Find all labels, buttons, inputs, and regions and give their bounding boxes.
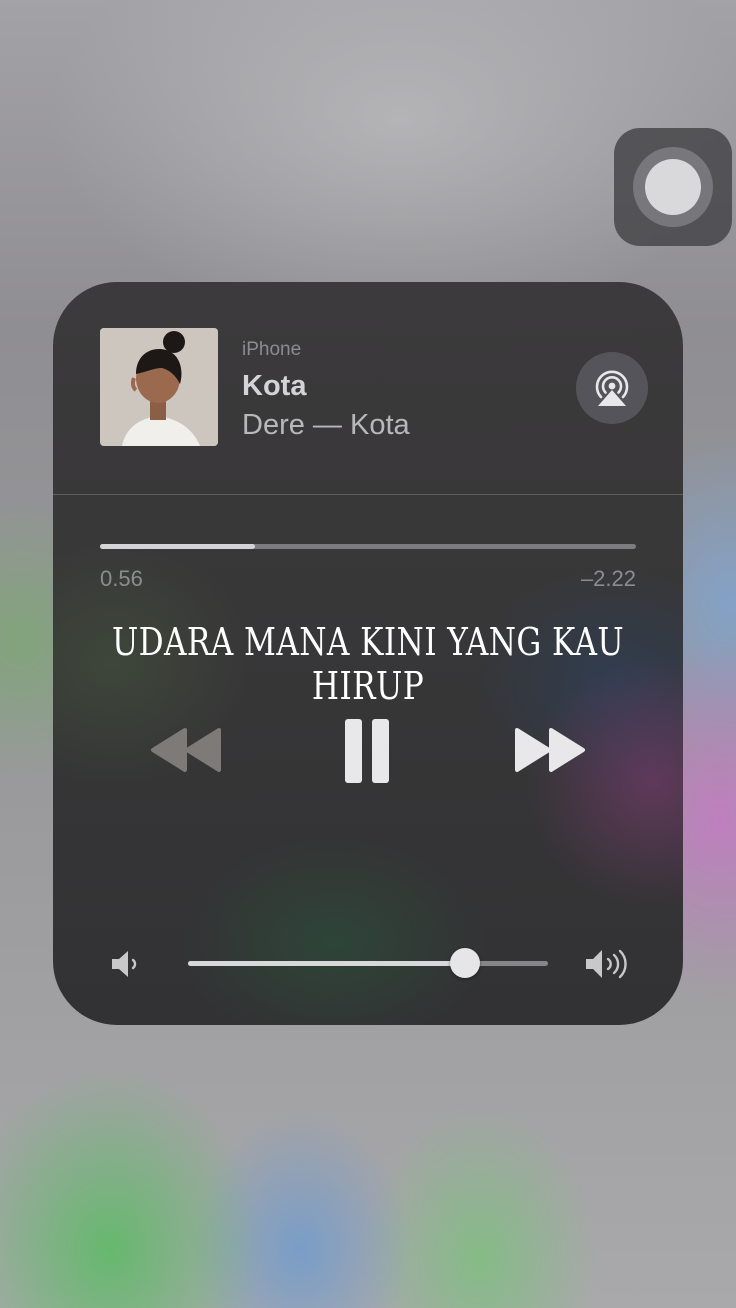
airplay-button[interactable]: [576, 352, 648, 424]
track-title: Kota: [242, 370, 307, 402]
volume-high-button: [583, 946, 635, 987]
output-device-label: iPhone: [242, 339, 302, 360]
speaker-low-icon: [112, 951, 137, 977]
now-playing-header: iPhone Kota Dere — Kota: [53, 282, 683, 494]
playback-progress-bar[interactable]: [100, 544, 636, 549]
volume-slider[interactable]: [188, 948, 548, 978]
speaker-high-icon: [586, 949, 627, 979]
volume-slider-fill: [188, 961, 466, 966]
screen-record-button[interactable]: [614, 128, 732, 246]
album-art[interactable]: [100, 328, 218, 446]
fast-forward-icon: [515, 728, 585, 772]
album-art-image: [100, 328, 218, 446]
now-playing-panel: iPhone Kota Dere — Kota 0.56 –2.22 UDARA…: [53, 282, 683, 1025]
rewind-icon: [151, 728, 221, 772]
remaining-time: –2.22: [580, 566, 636, 591]
record-dot: [645, 159, 701, 215]
airplay-audio-icon: [595, 370, 629, 406]
volume-low-button: [109, 948, 145, 985]
lyric-overlay-text: UDARA MANA KINI YANG KAU HIRUP: [111, 620, 625, 708]
pause-icon: [345, 719, 389, 783]
playback-progress-fill: [100, 544, 256, 549]
elapsed-time: 0.56: [100, 566, 143, 591]
volume-slider-thumb[interactable]: [450, 948, 481, 978]
fast-forward-button[interactable]: [511, 724, 587, 781]
pause-button[interactable]: [342, 717, 394, 790]
artist-album-label: Dere — Kota: [242, 409, 410, 441]
header-divider: [53, 494, 683, 495]
rewind-button[interactable]: [149, 724, 225, 781]
